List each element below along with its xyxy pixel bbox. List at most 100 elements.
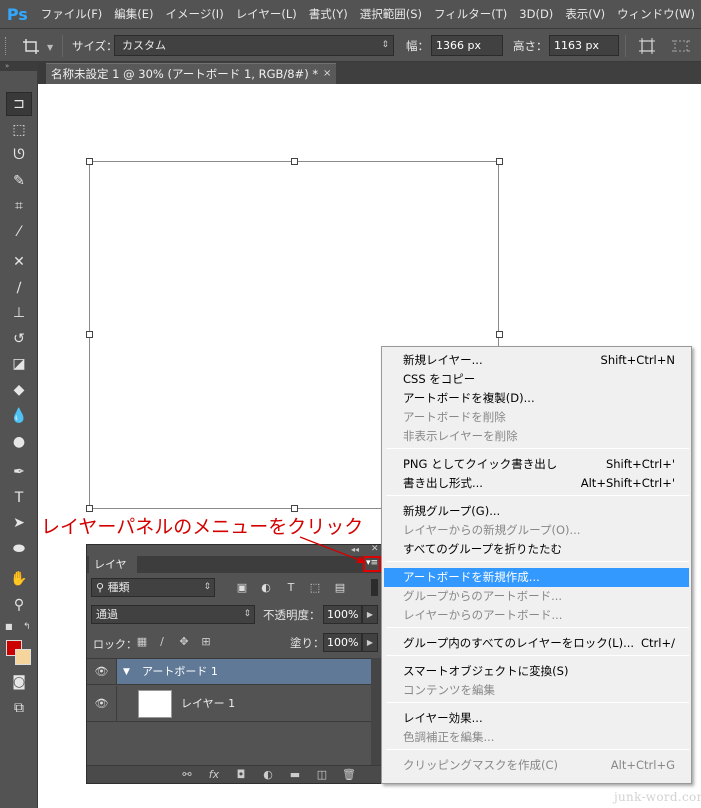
- artboard-tool-icon[interactable]: ⊐: [6, 92, 32, 116]
- swap-colors-icon[interactable]: ↰: [23, 622, 31, 632]
- visibility-eye-icon[interactable]: 👁: [87, 659, 117, 684]
- new-group-icon[interactable]: ▬: [287, 767, 303, 783]
- transform-handle[interactable]: [86, 505, 93, 512]
- menu-image[interactable]: イメージ(I): [160, 0, 230, 28]
- panel-menu-button[interactable]: ▾≡: [363, 556, 381, 572]
- panel-collapse-icon[interactable]: ◂◂: [351, 545, 359, 554]
- close-icon[interactable]: ×: [323, 64, 331, 84]
- blend-mode-select[interactable]: 通過 ⇕: [91, 605, 255, 624]
- zoom-tool-icon[interactable]: ⚲: [6, 593, 32, 617]
- pen-tool-icon[interactable]: ✒: [6, 460, 32, 484]
- brush-tool-icon[interactable]: ∕: [6, 276, 32, 300]
- eyedropper-tool-icon[interactable]: ⁄: [6, 220, 32, 244]
- menu-item-lock-all-layers-in-group[interactable]: グループ内のすべてのレイヤーをロック(L)... Ctrl+/: [384, 634, 689, 653]
- panel-close-icon[interactable]: ✕: [371, 544, 379, 554]
- layer-row[interactable]: 👁 レイヤー 1: [87, 686, 371, 722]
- menu-item-layer-style[interactable]: レイヤー効果...: [384, 709, 689, 728]
- menu-item-quick-export-png[interactable]: PNG としてクイック書き出し Shift+Ctrl+': [384, 455, 689, 474]
- dodge-tool-icon[interactable]: ●: [6, 430, 32, 454]
- default-colors-icon[interactable]: ■: [5, 622, 13, 631]
- menu-3d[interactable]: 3D(D): [513, 0, 559, 28]
- fill-slider-caret-icon[interactable]: ▶: [362, 633, 378, 652]
- tab-layers[interactable]: レイヤー: [89, 556, 137, 588]
- menu-file[interactable]: ファイル(F): [35, 0, 109, 28]
- type-tool-icon[interactable]: T: [6, 486, 32, 510]
- path-select-tool-icon[interactable]: ➤: [6, 511, 32, 535]
- menu-type[interactable]: 書式(Y): [303, 0, 354, 28]
- screen-mode-icon[interactable]: ⧉: [6, 696, 32, 720]
- new-layer-icon[interactable]: ◫: [314, 767, 330, 783]
- up-down-arrow-icon: ⇕: [243, 609, 251, 619]
- artboard-align-icon[interactable]: [638, 38, 656, 54]
- menu-layer[interactable]: レイヤー(L): [230, 0, 303, 28]
- adjustment-layer-icon[interactable]: ◐: [260, 767, 276, 783]
- menu-item-new-artboard[interactable]: アートボードを新規作成...: [384, 568, 689, 587]
- background-color-swatch[interactable]: [15, 649, 31, 665]
- hand-tool-icon[interactable]: ✋: [6, 567, 32, 591]
- transform-handle[interactable]: [86, 158, 93, 165]
- opacity-input[interactable]: 100%: [323, 605, 362, 624]
- menu-item-export-as[interactable]: 書き出し形式... Alt+Shift+Ctrl+': [384, 474, 689, 493]
- visibility-eye-icon[interactable]: 👁: [87, 686, 117, 721]
- menu-edit[interactable]: 編集(E): [108, 0, 159, 28]
- artboard-add-icon[interactable]: [672, 38, 690, 54]
- menu-window[interactable]: ウィンドウ(W): [611, 0, 701, 28]
- lasso-tool-icon[interactable]: ᘎ: [6, 143, 32, 167]
- menu-filter[interactable]: フィルター(T): [428, 0, 513, 28]
- menu-item-duplicate-artboard[interactable]: アートボードを複製(D)...: [384, 389, 689, 408]
- lock-transparency-icon[interactable]: ▦: [135, 635, 149, 649]
- layer-name: レイヤー 1: [181, 697, 236, 710]
- link-layers-icon[interactable]: ⚯: [179, 767, 195, 783]
- transform-handle[interactable]: [496, 331, 503, 338]
- quick-select-tool-icon[interactable]: ✎: [6, 169, 32, 193]
- ellipse-tool-icon[interactable]: ⬬: [6, 537, 32, 561]
- expand-triangle-icon[interactable]: ▼: [123, 659, 130, 685]
- stamp-tool-icon[interactable]: ⊥: [6, 301, 32, 325]
- eraser-tool-icon[interactable]: ◪: [6, 352, 32, 376]
- lock-all-icon[interactable]: [200, 635, 214, 649]
- fill-input[interactable]: 100%: [323, 633, 362, 652]
- artboard-tool-icon[interactable]: [22, 38, 40, 54]
- adjustment-filter-icon[interactable]: ◐: [258, 580, 274, 595]
- options-grip[interactable]: [5, 37, 8, 55]
- add-mask-icon[interactable]: ◘: [233, 767, 249, 783]
- menu-item-collapse-all-groups[interactable]: すべてのグループを折りたたむ: [384, 540, 689, 559]
- menu-select[interactable]: 選択範囲(S): [354, 0, 428, 28]
- transform-handle[interactable]: [86, 331, 93, 338]
- transform-handle[interactable]: [291, 158, 298, 165]
- filter-toggle[interactable]: [371, 579, 378, 596]
- toolbox-collapse-icon[interactable]: »: [0, 62, 38, 71]
- size-select[interactable]: カスタム ⇕: [114, 35, 394, 56]
- width-input[interactable]: 1366 px: [431, 35, 503, 56]
- menu-item-copy-css[interactable]: CSS をコピー: [384, 370, 689, 389]
- transform-handle[interactable]: [496, 158, 503, 165]
- type-filter-icon[interactable]: T: [283, 580, 299, 595]
- trash-icon[interactable]: 🗑: [341, 767, 357, 783]
- tab-bar-grip[interactable]: [38, 62, 46, 84]
- opacity-slider-caret-icon[interactable]: ▶: [362, 605, 378, 624]
- lock-image-icon[interactable]: ∕: [155, 635, 169, 649]
- history-brush-tool-icon[interactable]: ↺: [6, 327, 32, 351]
- fx-icon[interactable]: fx: [206, 767, 222, 783]
- layer-thumbnail: [138, 690, 172, 718]
- height-input[interactable]: 1163 px: [549, 35, 619, 56]
- lock-position-icon[interactable]: ✥: [177, 635, 191, 649]
- menu-view[interactable]: 表示(V): [559, 0, 611, 28]
- layer-row-artboard[interactable]: 👁 ▼ アートボード 1: [87, 659, 371, 685]
- menu-item-new-layer[interactable]: 新規レイヤー... Shift+Ctrl+N: [384, 351, 689, 370]
- shape-filter-icon[interactable]: ⬚: [307, 580, 323, 595]
- paint-bucket-tool-icon[interactable]: ◆: [6, 378, 32, 402]
- menu-item-convert-to-smart-object[interactable]: スマートオブジェクトに変換(S): [384, 662, 689, 681]
- document-tab[interactable]: 名称未設定 1 @ 30% (アートボード 1, RGB/8#) * ×: [46, 63, 336, 84]
- pixel-filter-icon[interactable]: ▣: [234, 580, 250, 595]
- marquee-tool-icon[interactable]: ⬚: [6, 118, 32, 142]
- quick-mask-icon[interactable]: ◙: [6, 670, 32, 694]
- layer-filter-select[interactable]: ⚲ 種類 ⇕: [91, 578, 215, 597]
- healing-brush-tool-icon[interactable]: ✕: [6, 250, 32, 274]
- smart-object-filter-icon[interactable]: ▤: [332, 580, 348, 595]
- menu-item-new-group[interactable]: 新規グループ(G)...: [384, 502, 689, 521]
- blur-tool-icon[interactable]: 💧: [6, 404, 32, 428]
- transform-handle[interactable]: [291, 505, 298, 512]
- crop-tool-icon[interactable]: ⌗: [6, 194, 32, 218]
- tool-preset-caret-icon[interactable]: ▼: [47, 43, 53, 52]
